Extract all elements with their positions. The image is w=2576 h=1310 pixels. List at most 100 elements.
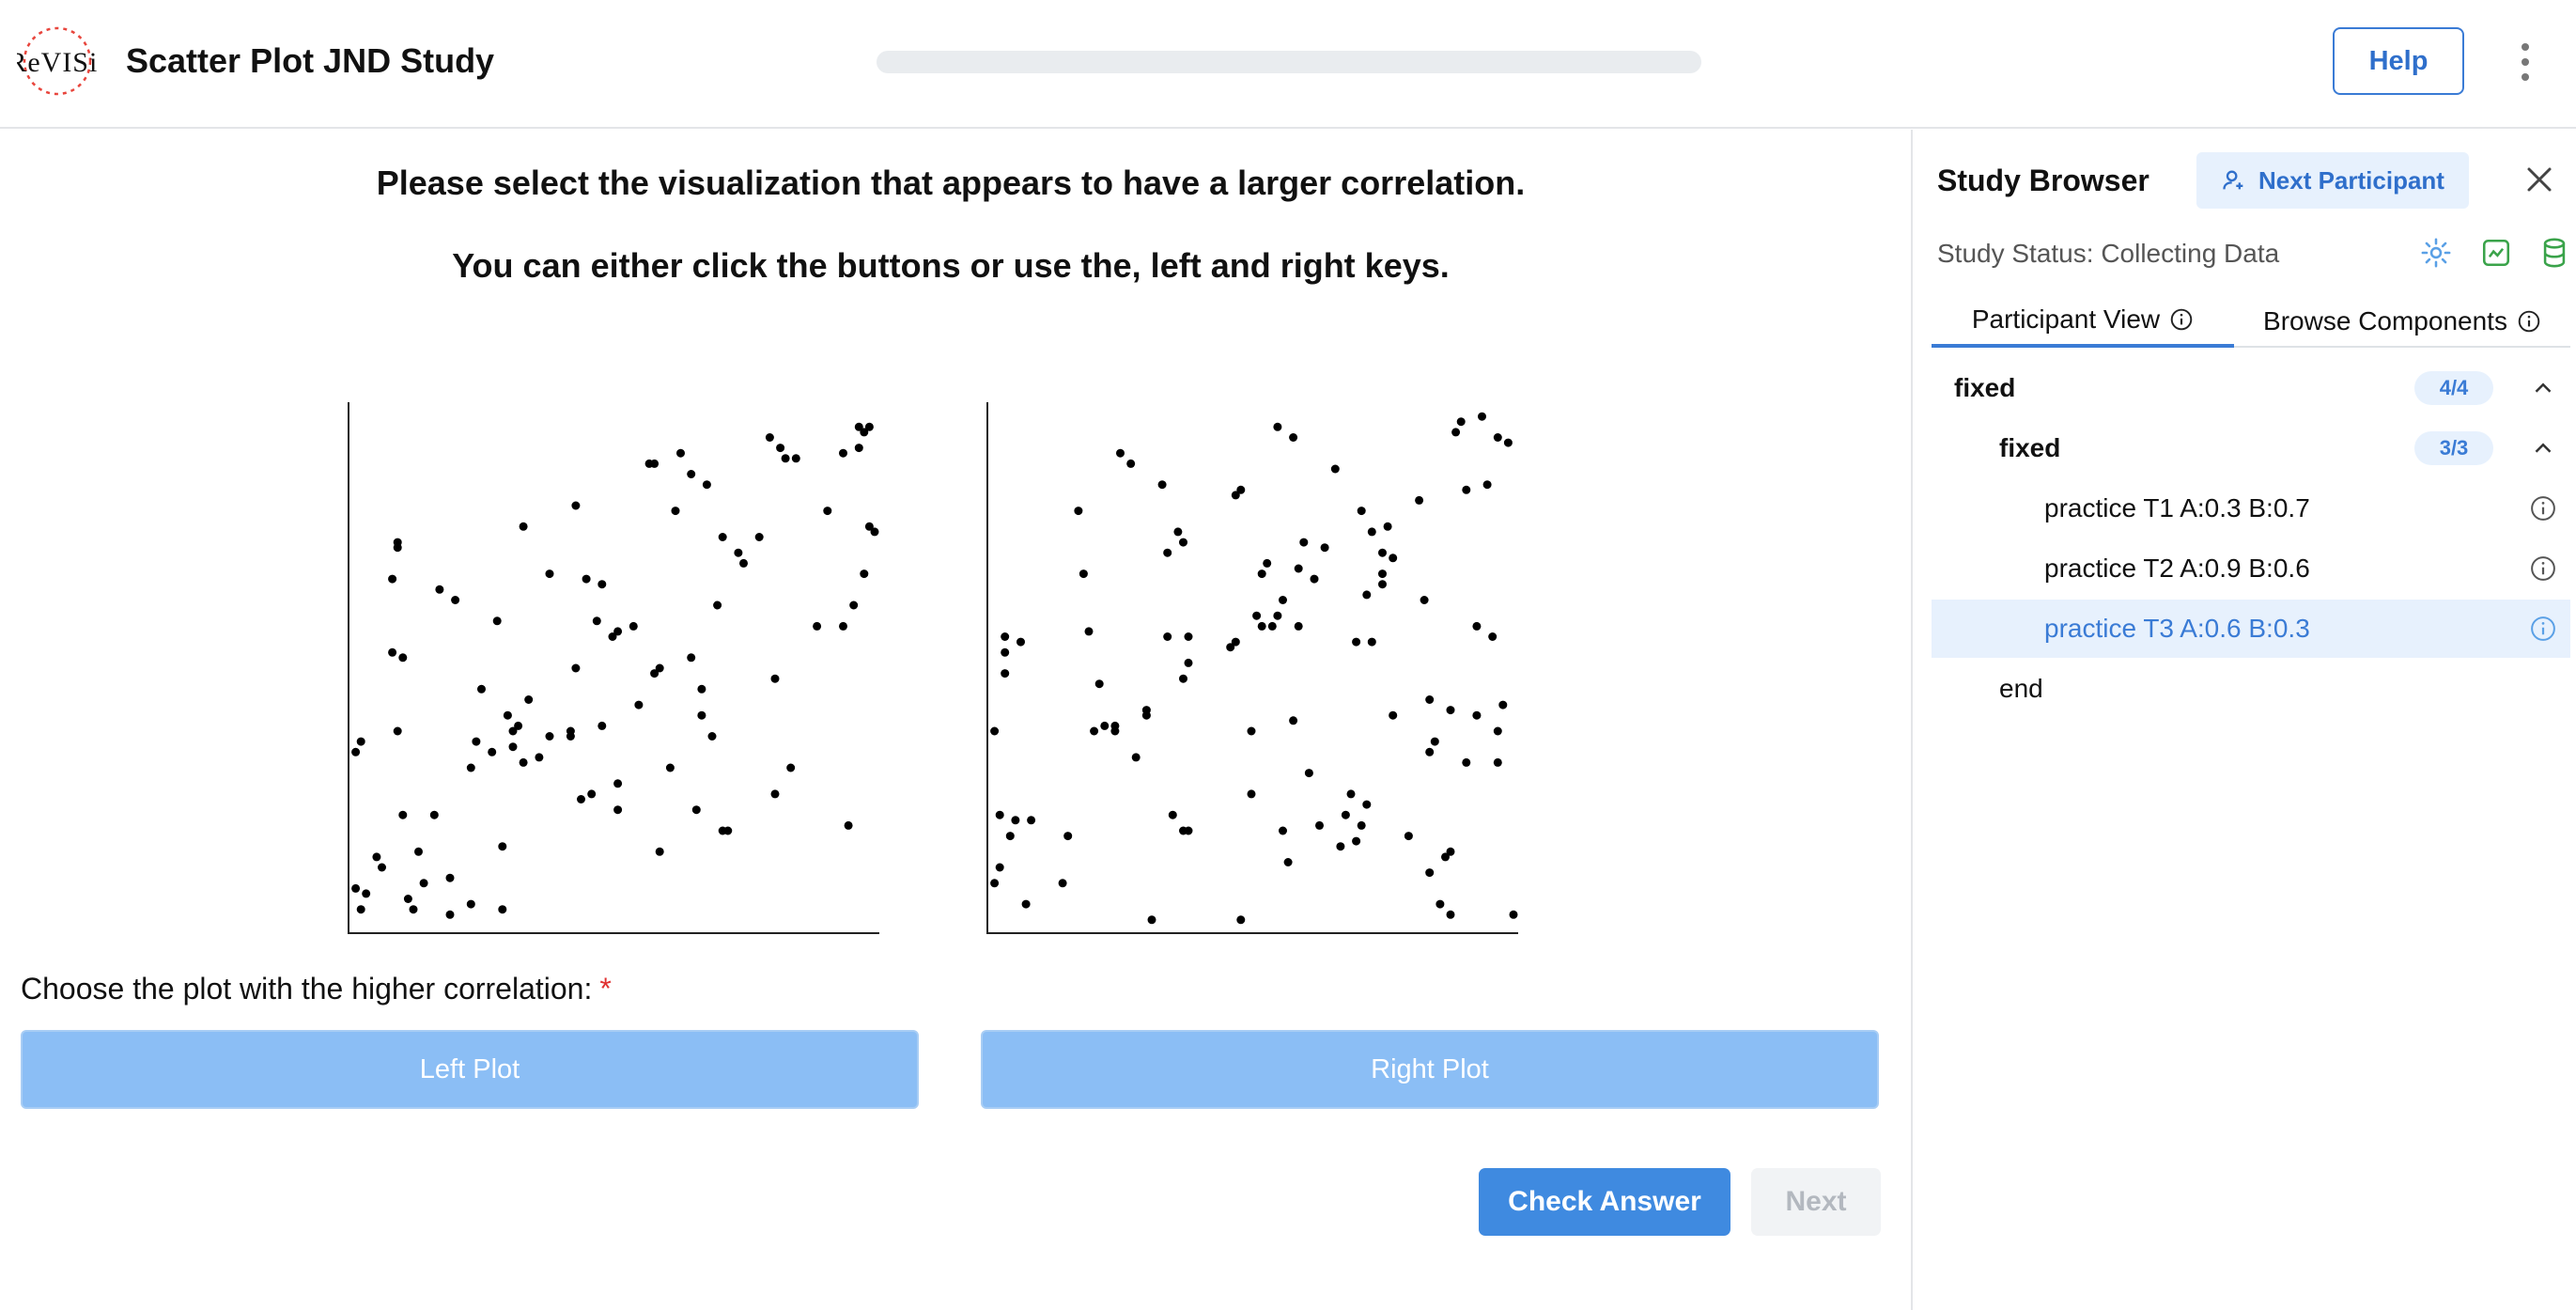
scatter-point xyxy=(1147,915,1156,925)
instruction-line-2: You can either click the buttons or use … xyxy=(452,246,1450,285)
tree-block-fixed-nested[interactable]: fixed 3/3 xyxy=(1932,419,2570,477)
revisit-logo: ReVISit xyxy=(17,26,98,96)
scatter-point xyxy=(445,910,455,919)
scatter-point xyxy=(1435,899,1445,909)
tree-item-practice-t2[interactable]: practice T2 A:0.9 B:0.6 xyxy=(1932,539,2570,598)
left-scatter-plot[interactable] xyxy=(348,402,879,934)
scatter-point xyxy=(754,533,764,541)
right-scatter-plot[interactable] xyxy=(986,402,1518,934)
tree-item-practice-t1[interactable]: practice T1 A:0.3 B:0.7 xyxy=(1932,479,2570,538)
scatter-point xyxy=(1493,433,1502,442)
sidebar-tabs: Participant View Browse Components xyxy=(1932,295,2570,348)
scatter-point xyxy=(519,757,528,767)
scatter-point xyxy=(713,600,722,610)
chevron-up-icon[interactable] xyxy=(2529,434,2557,462)
scatter-point xyxy=(1378,580,1387,589)
axis-lines xyxy=(348,402,879,934)
help-button[interactable]: Help xyxy=(2333,27,2464,95)
scatter-point xyxy=(1294,564,1303,573)
scatter-point xyxy=(398,810,408,819)
tab-participant-view[interactable]: Participant View xyxy=(1932,295,2234,348)
scatter-point xyxy=(1257,569,1266,579)
next-button[interactable]: Next xyxy=(1751,1168,1881,1236)
scatter-point xyxy=(393,726,402,736)
scatter-point xyxy=(1310,574,1319,584)
more-options-icon[interactable] xyxy=(2508,38,2542,86)
scatter-point xyxy=(1430,737,1439,746)
scatter-point xyxy=(702,480,711,490)
required-mark: * xyxy=(599,972,612,1006)
check-answer-button[interactable]: Check Answer xyxy=(1479,1168,1730,1236)
scatter-point xyxy=(1257,621,1266,631)
scatter-point xyxy=(1179,538,1187,547)
scatter-point xyxy=(1001,647,1010,657)
scatter-point xyxy=(351,747,361,756)
scatter-point xyxy=(1027,816,1036,825)
scatter-point xyxy=(1362,590,1372,600)
scatter-point xyxy=(1315,820,1324,830)
scatter-point xyxy=(687,653,696,663)
scatter-point xyxy=(1163,632,1172,641)
scatter-point xyxy=(435,585,444,594)
scatter-point xyxy=(597,721,607,730)
tree-item-end[interactable]: end xyxy=(1932,660,2570,718)
scatter-point xyxy=(519,522,528,531)
scatter-point xyxy=(1100,721,1110,730)
scatter-point xyxy=(378,863,386,872)
scatter-point xyxy=(1231,637,1240,647)
scatter-point xyxy=(466,763,475,772)
scatter-point xyxy=(671,507,680,516)
scatter-point xyxy=(849,600,859,610)
info-icon[interactable] xyxy=(2529,615,2557,643)
scatter-point xyxy=(697,710,706,720)
close-icon[interactable] xyxy=(2523,164,2555,195)
tree-block-fixed[interactable]: fixed 4/4 xyxy=(1932,359,2570,417)
scatter-point xyxy=(1074,507,1083,516)
info-icon[interactable] xyxy=(2529,494,2557,522)
chevron-up-icon[interactable] xyxy=(2529,374,2557,402)
tree-label: practice T3 A:0.6 B:0.3 xyxy=(2044,614,2310,643)
scatter-point xyxy=(1184,658,1193,667)
scatter-point xyxy=(1320,543,1329,553)
database-icon[interactable] xyxy=(2538,237,2570,269)
scatter-point xyxy=(1425,747,1435,756)
scatter-point xyxy=(718,533,727,541)
scatter-point xyxy=(597,580,607,589)
axis-lines xyxy=(986,402,1518,934)
scatter-point xyxy=(1493,726,1502,736)
scatter-point xyxy=(571,501,581,510)
left-plot-button[interactable]: Left Plot xyxy=(21,1030,919,1109)
scatter-point xyxy=(498,842,507,851)
scatter-point xyxy=(1346,789,1356,799)
right-plot-button[interactable]: Right Plot xyxy=(981,1030,1879,1109)
tree-item-practice-t3[interactable]: practice T3 A:0.6 B:0.3 xyxy=(1932,600,2570,658)
scatter-point xyxy=(1058,879,1067,888)
tree-label: fixed xyxy=(1954,373,2016,402)
scatter-point xyxy=(1446,910,1455,919)
scatter-point xyxy=(854,444,863,453)
scatter-point xyxy=(545,732,554,741)
scatter-point xyxy=(995,810,1004,819)
settings-gear-icon[interactable] xyxy=(2420,237,2452,269)
svg-text:ReVISit: ReVISit xyxy=(17,47,98,78)
scatter-point xyxy=(488,747,497,756)
scatter-point xyxy=(813,621,822,631)
scatter-point xyxy=(1184,632,1193,641)
scatter-point xyxy=(351,883,361,893)
next-participant-button[interactable]: Next Participant xyxy=(2196,152,2469,209)
scatter-point xyxy=(613,779,623,788)
scatter-point xyxy=(739,558,748,568)
scatter-point xyxy=(1184,826,1193,835)
scatter-point xyxy=(388,574,397,584)
info-icon[interactable] xyxy=(2529,554,2557,583)
scatter-point xyxy=(1462,757,1471,767)
scatter-point xyxy=(1094,679,1104,689)
analytics-chart-icon[interactable] xyxy=(2480,237,2512,269)
progress-badge: 4/4 xyxy=(2414,371,2493,405)
scatter-point xyxy=(1389,554,1398,563)
tab-browse-components[interactable]: Browse Components xyxy=(2234,295,2570,348)
scatter-point xyxy=(429,810,439,819)
info-icon xyxy=(2518,310,2540,333)
scatter-point xyxy=(514,721,523,730)
scatter-point xyxy=(1378,569,1387,579)
